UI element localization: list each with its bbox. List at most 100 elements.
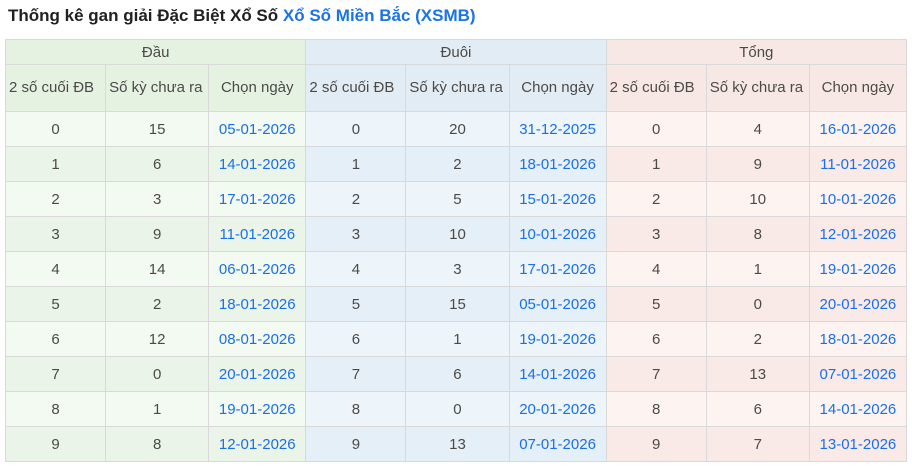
last2-digit-cell: 5: [305, 286, 407, 322]
last2-digit-cell: 2: [4, 181, 107, 217]
col-header-gap-count: Số kỳ chưa ra: [105, 64, 210, 112]
table-row: 5 2 18-01-2026 5 15 05-01-2026 5 0 20-01-2026: [4, 286, 908, 322]
gap-count-cell: 14: [105, 251, 210, 287]
col-header-gap-count: Số kỳ chưa ra: [405, 64, 510, 112]
pick-date-cell: 17-01-2026: [508, 251, 607, 287]
gap-count-cell: 6: [705, 391, 810, 427]
pick-date-cell: 20-01-2026: [508, 391, 607, 427]
last2-digit-cell: 4: [605, 251, 707, 287]
date-link[interactable]: 15-01-2026: [519, 191, 596, 208]
date-link[interactable]: 14-01-2026: [820, 401, 897, 418]
last2-digit-cell: 7: [605, 356, 707, 392]
date-link[interactable]: 18-01-2026: [219, 296, 296, 313]
date-link[interactable]: 17-01-2026: [219, 191, 296, 208]
date-link[interactable]: 12-01-2026: [820, 226, 897, 243]
gap-count-cell: 0: [105, 356, 210, 392]
pick-date-cell: 08-01-2026: [208, 321, 307, 357]
date-link[interactable]: 11-01-2026: [820, 156, 896, 173]
gap-count-cell: 4: [705, 111, 810, 147]
gap-count-cell: 9: [705, 146, 810, 182]
date-link[interactable]: 14-01-2026: [519, 366, 596, 383]
gap-count-cell: 10: [705, 181, 810, 217]
date-link[interactable]: 05-01-2026: [519, 296, 596, 313]
pick-date-cell: 15-01-2026: [508, 181, 607, 217]
table-row: 1 6 14-01-2026 1 2 18-01-2026 1 9 11-01-2026: [4, 146, 908, 182]
pick-date-cell: 14-01-2026: [508, 356, 607, 392]
date-link[interactable]: 19-01-2026: [820, 261, 897, 278]
date-link[interactable]: 10-01-2026: [519, 226, 596, 243]
last2-digit-cell: 0: [305, 111, 407, 147]
gap-count-cell: 13: [405, 426, 510, 462]
date-link[interactable]: 19-01-2026: [519, 331, 596, 348]
date-link[interactable]: 16-01-2026: [820, 121, 897, 138]
pick-date-cell: 06-01-2026: [208, 251, 307, 287]
date-link[interactable]: 18-01-2026: [820, 331, 897, 348]
last2-digit-cell: 7: [4, 356, 107, 392]
pick-date-cell: 12-01-2026: [208, 426, 307, 462]
pick-date-cell: 05-01-2026: [508, 286, 607, 322]
date-link[interactable]: 19-01-2026: [219, 401, 296, 418]
last2-digit-cell: 1: [305, 146, 407, 182]
gan-statistics-table: Đầu Đuôi Tổng 2 số cuối ĐB Số kỳ chưa ra…: [4, 39, 908, 462]
date-link[interactable]: 07-01-2026: [519, 436, 596, 453]
table-row: 3 9 11-01-2026 3 10 10-01-2026 3 8 12-01-2026: [4, 216, 908, 252]
date-link[interactable]: 13-01-2026: [820, 436, 897, 453]
table-row: 2 3 17-01-2026 2 5 15-01-2026 2 10 10-01-2026: [4, 181, 908, 217]
date-link[interactable]: 11-01-2026: [219, 226, 295, 243]
last2-digit-cell: 5: [4, 286, 107, 322]
gap-count-cell: 8: [705, 216, 810, 252]
group-header-duoi: Đuôi: [305, 39, 607, 65]
date-link[interactable]: 20-01-2026: [519, 401, 596, 418]
col-header-last2-digits: 2 số cuối ĐB: [4, 64, 107, 112]
last2-digit-cell: 3: [4, 216, 107, 252]
gap-count-cell: 2: [405, 146, 510, 182]
date-link[interactable]: 20-01-2026: [219, 366, 296, 383]
date-link[interactable]: 07-01-2026: [820, 366, 897, 383]
pick-date-cell: 13-01-2026: [808, 426, 908, 462]
date-link[interactable]: 06-01-2026: [219, 261, 296, 278]
last2-digit-cell: 2: [305, 181, 407, 217]
pick-date-cell: 12-01-2026: [808, 216, 908, 252]
pick-date-cell: 20-01-2026: [808, 286, 908, 322]
table-row: 6 12 08-01-2026 6 1 19-01-2026 6 2 18-01-2026: [4, 321, 908, 357]
gap-count-cell: 7: [705, 426, 810, 462]
last2-digit-cell: 4: [4, 251, 107, 287]
gap-count-cell: 2: [105, 286, 210, 322]
last2-digit-cell: 8: [4, 391, 107, 427]
last2-digit-cell: 0: [4, 111, 107, 147]
date-link[interactable]: 05-01-2026: [219, 121, 296, 138]
gap-count-cell: 9: [105, 216, 210, 252]
col-header-pick-date: Chọn ngày: [508, 64, 607, 112]
page-title: Thống kê gan giải Đặc Biệt Xổ Số Xổ Số M…: [8, 5, 904, 27]
gap-count-cell: 0: [705, 286, 810, 322]
pick-date-cell: 18-01-2026: [508, 146, 607, 182]
table-row: 0 15 05-01-2026 0 20 31-12-2025 0 4 16-01-2026: [4, 111, 908, 147]
date-link[interactable]: 17-01-2026: [519, 261, 596, 278]
pick-date-cell: 18-01-2026: [208, 286, 307, 322]
date-link[interactable]: 08-01-2026: [219, 331, 296, 348]
date-link[interactable]: 20-01-2026: [820, 296, 897, 313]
date-link[interactable]: 18-01-2026: [519, 156, 596, 173]
date-link[interactable]: 12-01-2026: [219, 436, 296, 453]
pick-date-cell: 07-01-2026: [508, 426, 607, 462]
last2-digit-cell: 8: [305, 391, 407, 427]
col-header-pick-date: Chọn ngày: [208, 64, 307, 112]
pick-date-cell: 11-01-2026: [208, 216, 307, 252]
group-header-dau: Đầu: [4, 39, 307, 65]
date-link[interactable]: 14-01-2026: [219, 156, 296, 173]
pick-date-cell: 17-01-2026: [208, 181, 307, 217]
date-link[interactable]: 31-12-2025: [519, 121, 596, 138]
gan-table-body: 0 15 05-01-2026 0 20 31-12-2025 0 4 16-01-2026 1 6…: [4, 111, 908, 462]
last2-digit-cell: 9: [4, 426, 107, 462]
gap-count-cell: 1: [405, 321, 510, 357]
date-link[interactable]: 10-01-2026: [820, 191, 897, 208]
gap-count-cell: 5: [405, 181, 510, 217]
title-link[interactable]: Xổ Số Miền Bắc (XSMB): [283, 6, 476, 25]
gap-count-cell: 6: [105, 146, 210, 182]
gap-count-cell: 6: [405, 356, 510, 392]
pick-date-cell: 18-01-2026: [808, 321, 908, 357]
gap-count-cell: 3: [405, 251, 510, 287]
last2-digit-cell: 0: [605, 111, 707, 147]
table-row: 8 1 19-01-2026 8 0 20-01-2026 8 6 14-01-2026: [4, 391, 908, 427]
column-header-row: 2 số cuối ĐB Số kỳ chưa ra Chọn ngày 2 s…: [4, 64, 908, 112]
